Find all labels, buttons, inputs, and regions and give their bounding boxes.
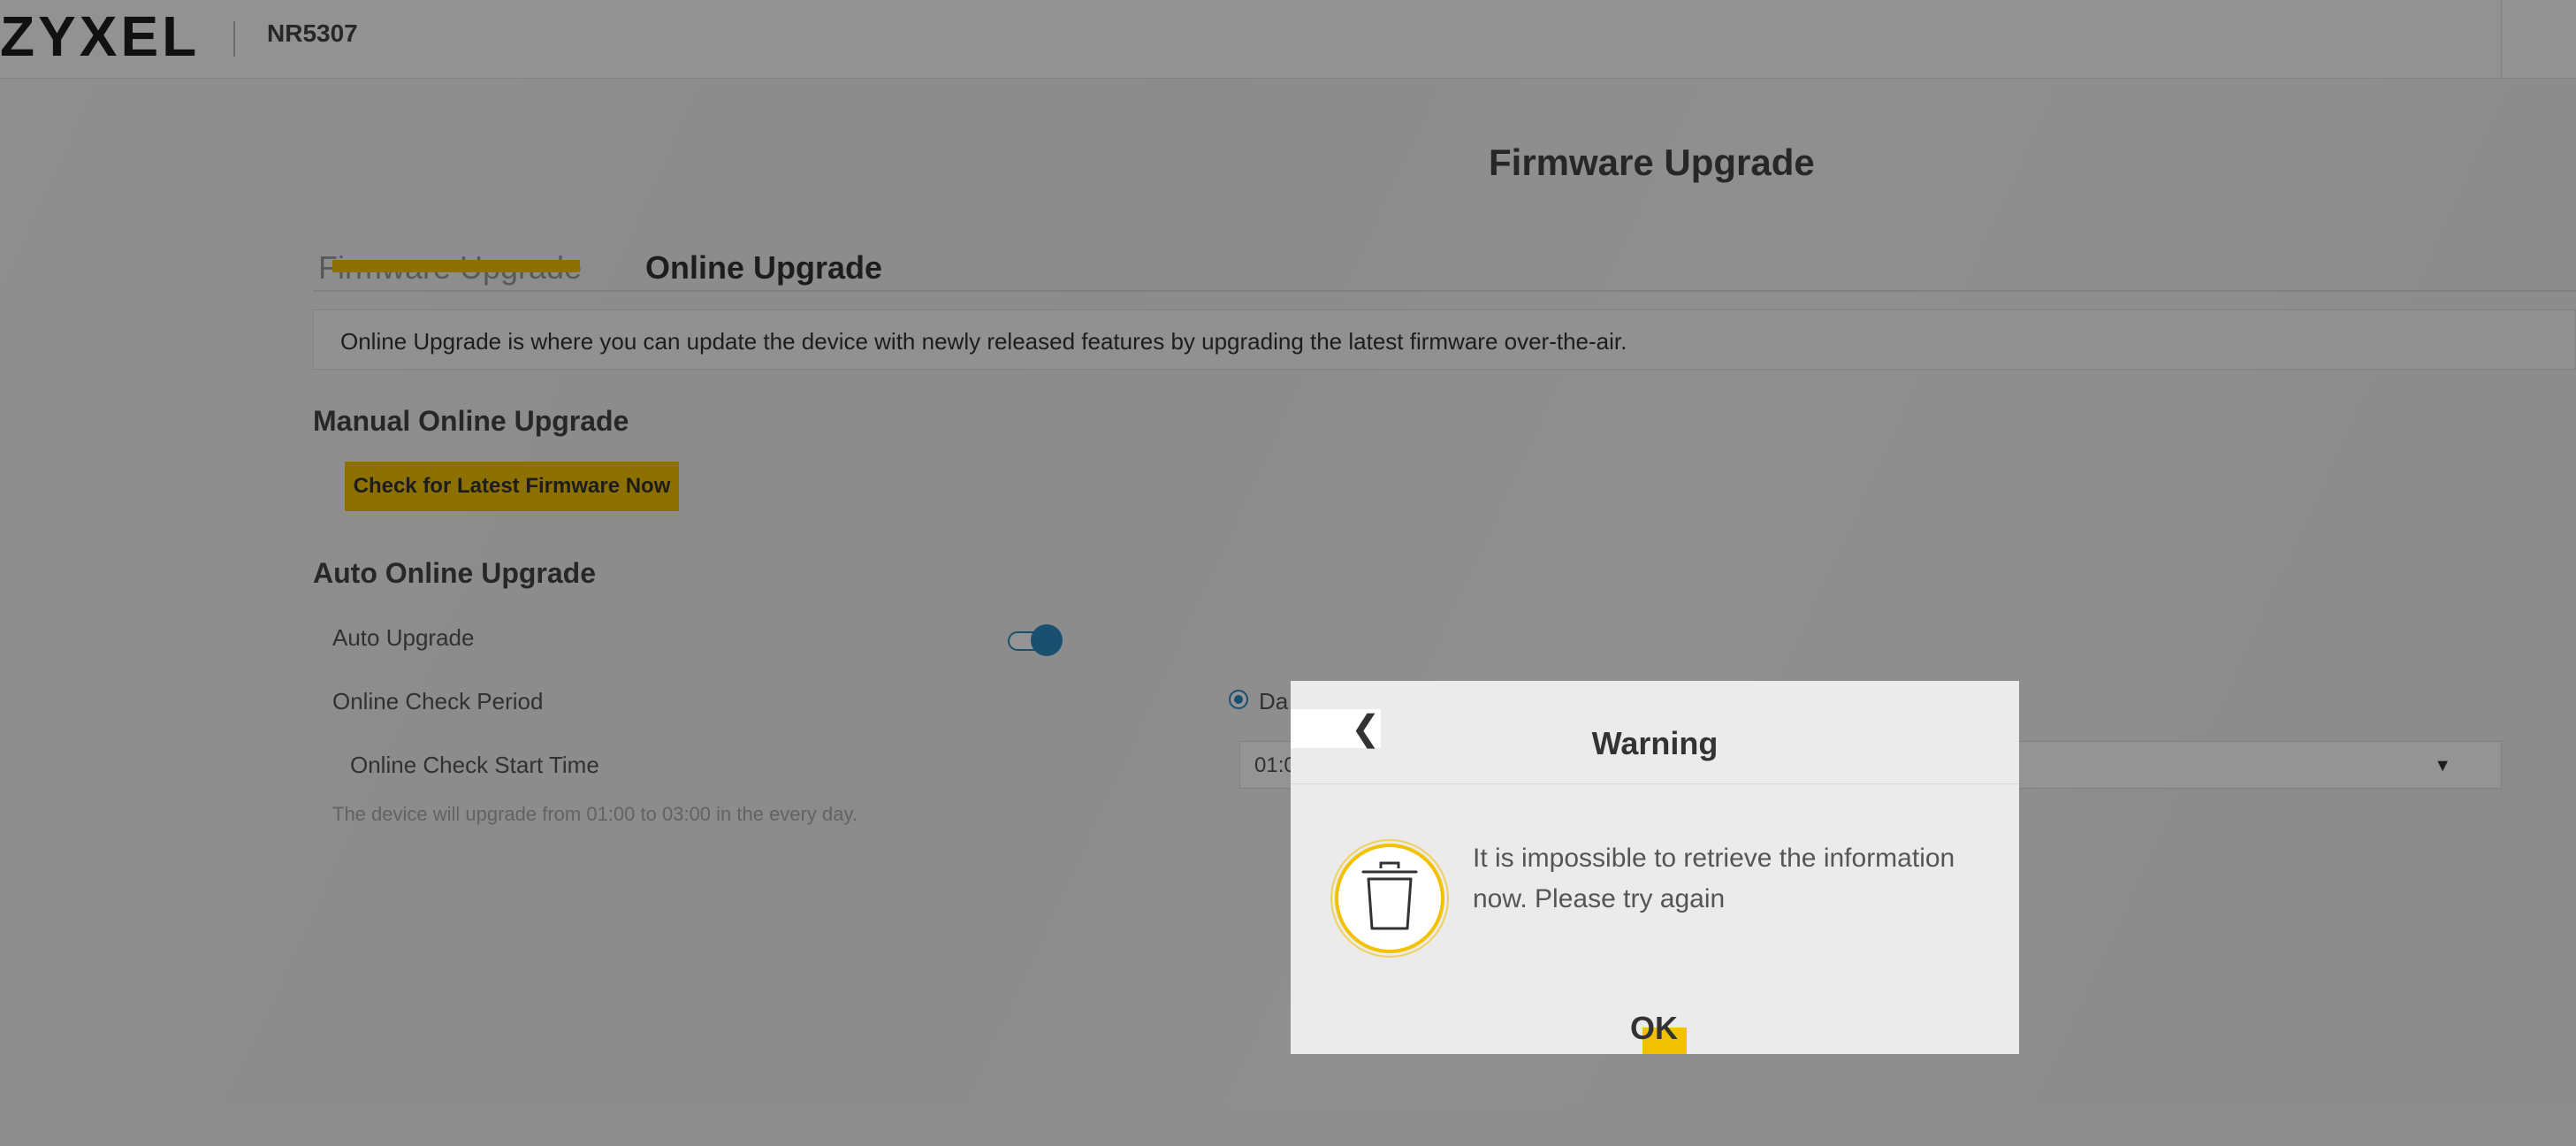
trash-icon <box>1328 837 1452 960</box>
dialog-message: It is impossible to retrieve the informa… <box>1473 844 1955 913</box>
modal-overlay[interactable] <box>0 0 2576 1146</box>
app-page: ZYXEL NR5307 Firmware Upgrade Firmware U… <box>0 0 2576 1146</box>
dialog-title: Warning <box>1591 725 1719 761</box>
warning-dialog: ❮ Warning It is impossible to retrieve t… <box>1291 681 2019 1054</box>
dialog-divider <box>1291 783 2019 784</box>
ok-button[interactable]: OK <box>1605 1008 1703 1049</box>
